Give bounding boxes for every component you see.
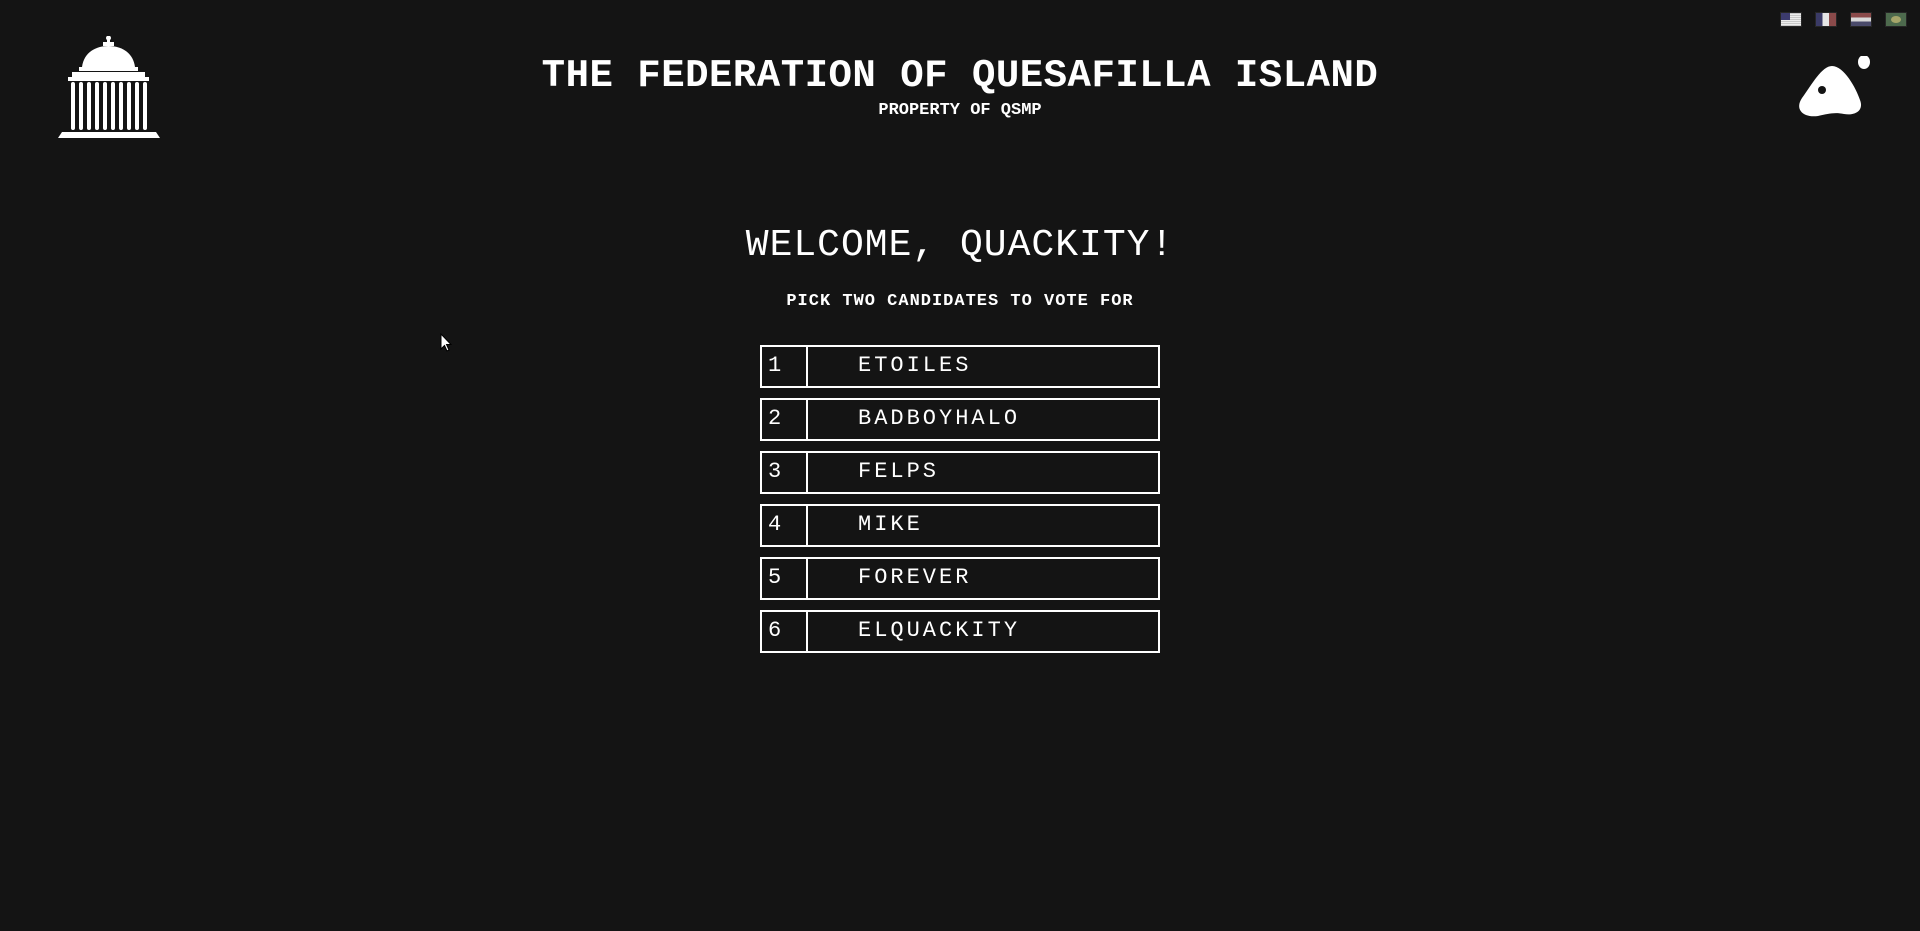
candidate-option-etoiles[interactable]: 1 ETOILES [760,345,1160,388]
welcome-heading: WELCOME, QUACKITY! [745,224,1175,267]
flag-us-icon[interactable] [1781,13,1801,26]
candidate-name: MIKE [858,512,923,537]
candidate-name: ELQUACKITY [858,618,1021,643]
language-selector [1781,13,1906,26]
candidate-name: FELPS [858,459,940,484]
candidate-number: 3 [762,453,808,492]
candidate-number: 6 [762,612,808,651]
candidate-name: FOREVER [858,565,972,590]
candidate-option-badboyhalo[interactable]: 2 BADBOYHALO [760,398,1160,441]
flag-nl-icon[interactable] [1851,13,1871,26]
flag-br-icon[interactable] [1886,13,1906,26]
candidate-option-felps[interactable]: 3 FELPS [760,451,1160,494]
candidate-number: 2 [762,400,808,439]
candidate-number: 4 [762,506,808,545]
flag-fr-icon[interactable] [1816,13,1836,26]
qsmp-egg-logo-icon [1799,56,1870,117]
candidate-number: 5 [762,559,808,598]
mouse-cursor-icon [440,333,452,352]
vote-instruction: PICK TWO CANDIDATES TO VOTE FOR [786,292,1134,311]
candidate-number: 1 [762,347,808,386]
candidate-list: 1 ETOILES 2 BADBOYHALO 3 FELPS 4 MIKE 5 … [760,345,1160,663]
candidate-name: ETOILES [858,353,972,378]
candidate-name: BADBOYHALO [858,406,1021,431]
candidate-option-elquackity[interactable]: 6 ELQUACKITY [760,610,1160,653]
page-subtitle: PROPERTY OF QSMP [878,101,1042,120]
page-title: THE FEDERATION OF QUESAFILLA ISLAND [541,54,1379,98]
candidate-option-forever[interactable]: 5 FOREVER [760,557,1160,600]
voting-page: THE FEDERATION OF QUESAFILLA ISLAND PROP… [0,0,1920,931]
candidate-option-mike[interactable]: 4 MIKE [760,504,1160,547]
